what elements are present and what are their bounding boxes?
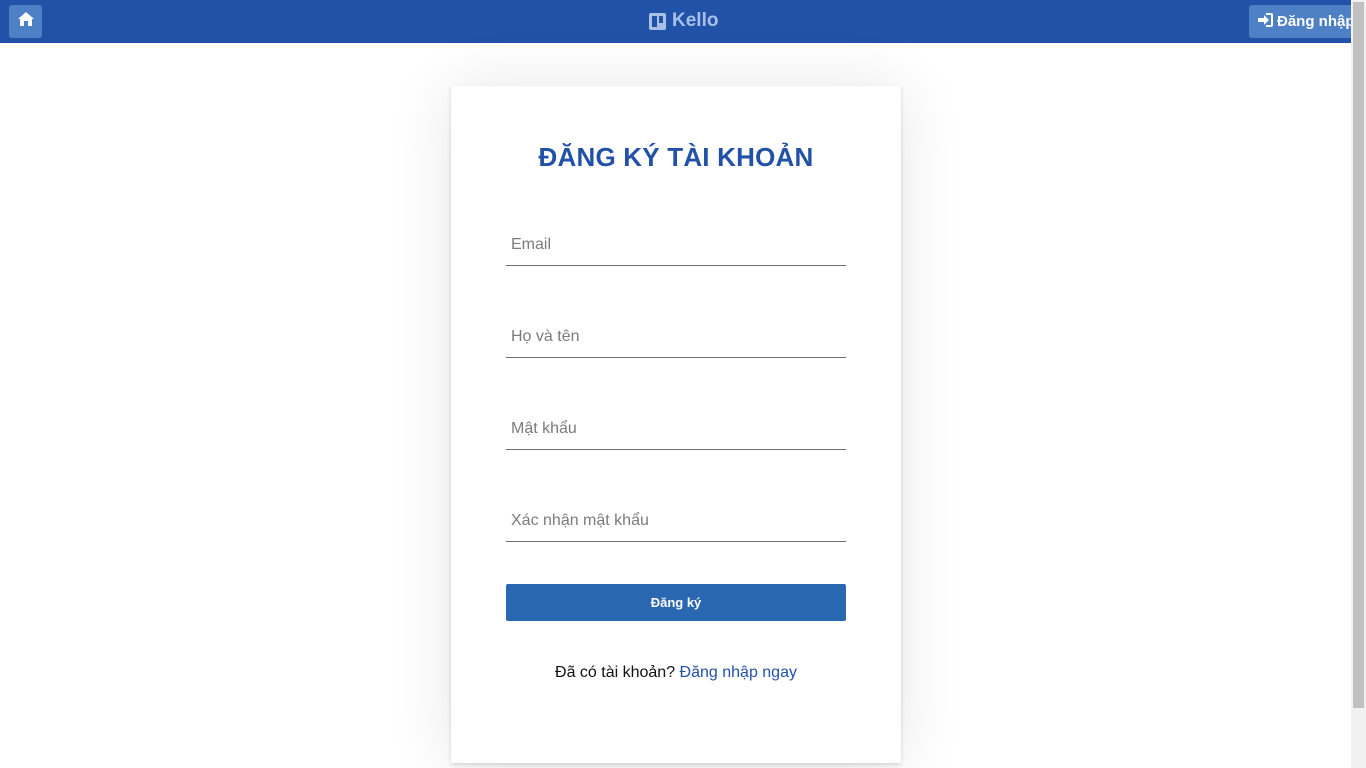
login-prompt-text: Đã có tài khoản? — [555, 664, 680, 681]
board-icon — [649, 12, 666, 30]
fullname-input[interactable] — [506, 317, 846, 357]
sign-in-icon — [1257, 12, 1277, 31]
page: Kello Đăng nhập ĐĂNG KÝ TÀI KHOẢN Đăng — [0, 0, 1351, 768]
top-navbar: Kello Đăng nhập — [0, 0, 1351, 43]
confirm-password-input[interactable] — [506, 501, 846, 541]
login-prompt: Đã có tài khoản? Đăng nhập ngay — [451, 664, 901, 682]
brand-name: Kello — [672, 10, 719, 31]
email-input[interactable] — [506, 225, 846, 265]
register-button[interactable]: Đăng ký — [506, 584, 846, 621]
form-title: ĐĂNG KÝ TÀI KHOẢN — [538, 142, 814, 172]
brand-logo[interactable]: Kello — [649, 9, 718, 33]
home-button[interactable] — [9, 5, 42, 38]
email-field — [506, 225, 846, 266]
home-icon — [17, 11, 35, 32]
login-now-link[interactable]: Đăng nhập ngay — [680, 664, 797, 681]
fullname-field — [506, 317, 846, 358]
confirm-password-field — [506, 501, 846, 542]
login-button[interactable]: Đăng nhập — [1249, 5, 1351, 38]
register-card: ĐĂNG KÝ TÀI KHOẢN Đăng ký Đã có tài khoả… — [451, 86, 901, 763]
vertical-scrollbar[interactable] — [1351, 0, 1366, 768]
login-button-label: Đăng nhập — [1277, 13, 1351, 30]
password-input[interactable] — [506, 409, 846, 449]
password-field — [506, 409, 846, 450]
scrollbar-thumb[interactable] — [1353, 2, 1364, 708]
